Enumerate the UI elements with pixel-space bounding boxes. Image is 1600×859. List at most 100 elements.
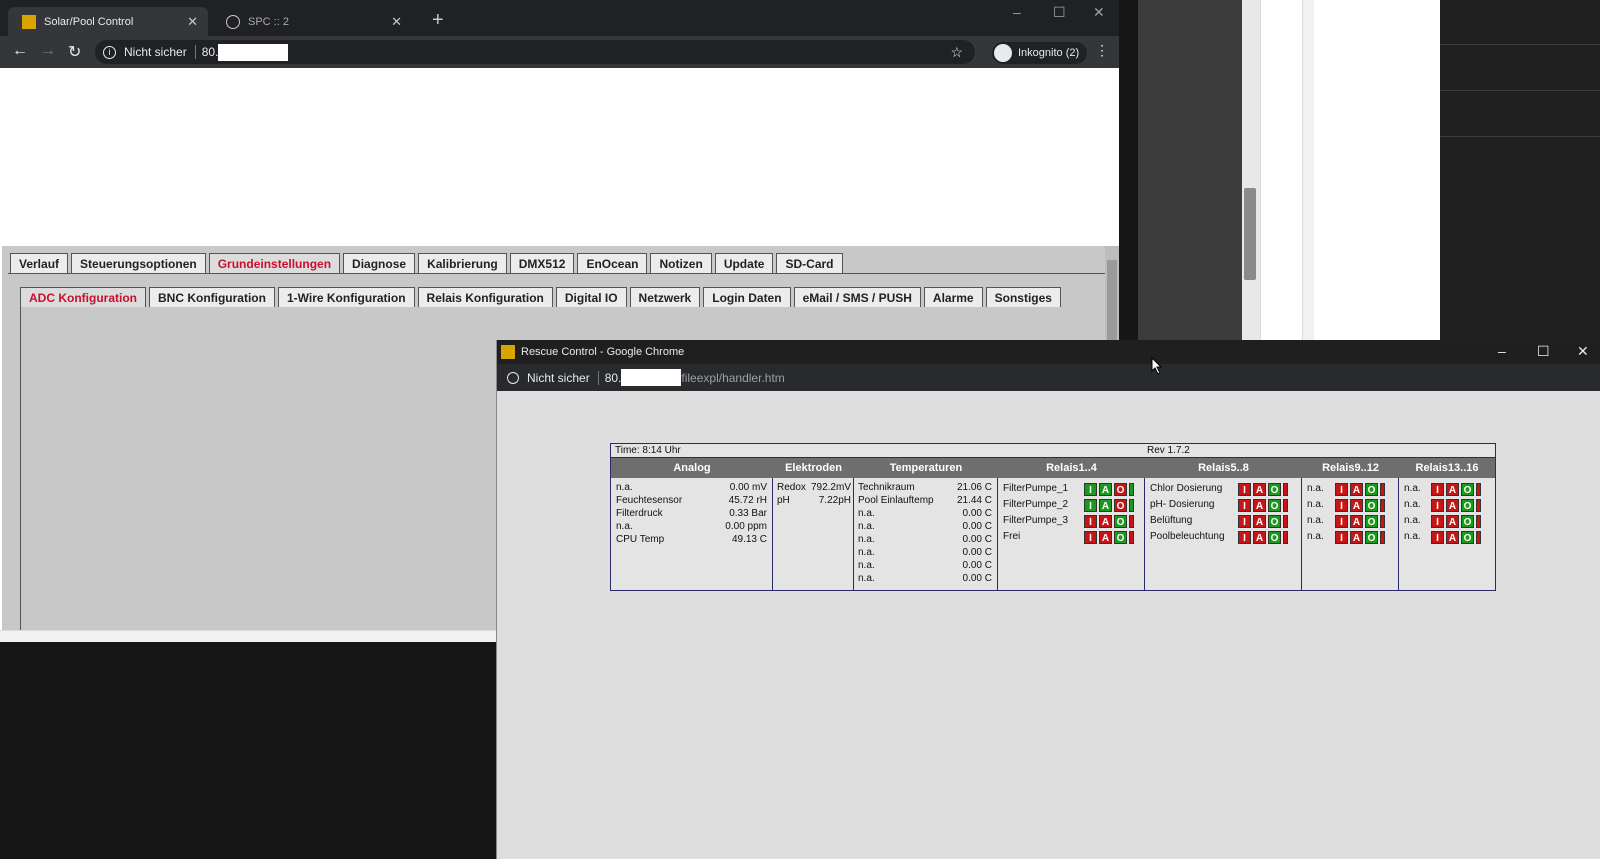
- forward-arrow-icon[interactable]: →: [40, 42, 56, 60]
- sub-tab-1[interactable]: BNC Konfiguration: [148, 287, 275, 307]
- reload-icon[interactable]: ↻: [68, 42, 81, 62]
- main-tab-4[interactable]: Kalibrierung: [418, 253, 507, 273]
- relay-a-button[interactable]: A: [1350, 531, 1363, 544]
- relay-a-button[interactable]: A: [1446, 499, 1459, 512]
- relay-i-button[interactable]: I: [1238, 531, 1251, 544]
- main-tab-9[interactable]: SD-Card: [776, 253, 843, 273]
- relay-o-button[interactable]: O: [1268, 483, 1281, 496]
- close-tab-icon[interactable]: ✕: [187, 14, 198, 30]
- relay-a-button[interactable]: A: [1446, 515, 1459, 528]
- close-tab-icon[interactable]: ✕: [391, 14, 402, 30]
- relay-a-button[interactable]: A: [1253, 515, 1266, 528]
- relay-a-button[interactable]: A: [1099, 499, 1112, 512]
- relay-i-button[interactable]: I: [1238, 499, 1251, 512]
- address-bar[interactable]: i Nicht sicher 80. ☆: [95, 40, 975, 64]
- relay-a-button[interactable]: A: [1350, 515, 1363, 528]
- relay-o-button[interactable]: O: [1365, 499, 1378, 512]
- popup-title-bar[interactable]: Rescue Control - Google Chrome – ☐ ✕: [497, 340, 1600, 364]
- relay-a-button[interactable]: A: [1350, 483, 1363, 496]
- relay-o-button[interactable]: O: [1365, 531, 1378, 544]
- relay-o-button[interactable]: O: [1114, 531, 1127, 544]
- temperaturen-name: Technikraum: [858, 482, 915, 493]
- relay-o-button[interactable]: O: [1268, 531, 1281, 544]
- main-tab-5[interactable]: DMX512: [509, 253, 575, 273]
- relay-i-button[interactable]: I: [1431, 531, 1444, 544]
- relay-a-button[interactable]: A: [1253, 531, 1266, 544]
- relay-switch-group: IAO: [1084, 515, 1134, 528]
- maximize-button[interactable]: ☐: [1053, 4, 1066, 21]
- main-tab-0[interactable]: Verlauf: [10, 253, 69, 273]
- relay-a-button[interactable]: A: [1099, 531, 1112, 544]
- background-scrollbar[interactable]: [1302, 0, 1314, 340]
- relay-o-button[interactable]: O: [1365, 483, 1378, 496]
- sub-tab-0[interactable]: ADC Konfiguration: [20, 287, 146, 307]
- sub-tab-6[interactable]: Login Daten: [703, 287, 791, 307]
- main-tab-1[interactable]: Steuerungsoptionen: [71, 253, 206, 273]
- incognito-icon: [994, 44, 1012, 62]
- main-tab-2[interactable]: Grundeinstellungen: [208, 253, 341, 273]
- main-tab-7[interactable]: Notizen: [650, 253, 712, 273]
- info-icon[interactable]: i: [103, 45, 116, 59]
- popup-close-button[interactable]: ✕: [1577, 343, 1589, 360]
- main-tab-8[interactable]: Update: [714, 253, 774, 273]
- relay-a-button[interactable]: A: [1253, 483, 1266, 496]
- sub-tab-3[interactable]: Relais Konfiguration: [417, 287, 553, 307]
- relay-o-button[interactable]: O: [1365, 515, 1378, 528]
- main-tab-3[interactable]: Diagnose: [343, 253, 416, 273]
- relay-i-button[interactable]: I: [1335, 483, 1348, 496]
- relay-i-button[interactable]: I: [1335, 531, 1348, 544]
- relay-i-button[interactable]: I: [1431, 515, 1444, 528]
- popup-url-suffix: fileexpl/handler.htm: [681, 370, 785, 385]
- sub-tab-2[interactable]: 1-Wire Konfiguration: [277, 287, 415, 307]
- sub-tab-5[interactable]: Netzwerk: [629, 287, 701, 307]
- popup-maximize-button[interactable]: ☐: [1537, 343, 1550, 360]
- popup-address-bar[interactable]: Nicht sicher 80. fileexpl/handler.htm: [497, 364, 1600, 391]
- minimize-button[interactable]: –: [1013, 4, 1021, 20]
- relay-i-button[interactable]: I: [1431, 499, 1444, 512]
- relay-switch-group: IAO: [1335, 515, 1385, 528]
- main-tab-6[interactable]: EnOcean: [577, 253, 648, 273]
- relay-i-button[interactable]: I: [1431, 483, 1444, 496]
- menu-dots-icon[interactable]: ⋮: [1095, 42, 1109, 59]
- relay-i-button[interactable]: I: [1084, 515, 1097, 528]
- relay-o-button[interactable]: O: [1461, 499, 1474, 512]
- close-window-button[interactable]: ✕: [1093, 4, 1105, 21]
- relay-o-button[interactable]: O: [1268, 515, 1281, 528]
- sub-tab-8[interactable]: Alarme: [923, 287, 983, 307]
- popup-minimize-button[interactable]: –: [1498, 343, 1506, 359]
- relay-o-button[interactable]: O: [1461, 531, 1474, 544]
- incognito-badge[interactable]: Inkognito (2): [992, 42, 1088, 64]
- star-icon[interactable]: ☆: [950, 44, 963, 61]
- relay-o-button[interactable]: O: [1268, 499, 1281, 512]
- relay-a-button[interactable]: A: [1446, 483, 1459, 496]
- relay-i-button[interactable]: I: [1084, 531, 1097, 544]
- relay-a-button[interactable]: A: [1350, 499, 1363, 512]
- relay-o-button[interactable]: O: [1114, 515, 1127, 528]
- relay-o-button[interactable]: O: [1461, 515, 1474, 528]
- relay-a-button[interactable]: A: [1253, 499, 1266, 512]
- info-icon[interactable]: [507, 371, 519, 384]
- relay-i-button[interactable]: I: [1238, 515, 1251, 528]
- sub-tab-9[interactable]: Sonstiges: [985, 287, 1061, 307]
- incognito-label: Inkognito (2): [1018, 47, 1080, 59]
- relay-a-button[interactable]: A: [1099, 483, 1112, 496]
- new-tab-button[interactable]: +: [432, 9, 444, 32]
- tab-spc-2[interactable]: SPC :: 2 ✕: [212, 7, 412, 36]
- background-scrollbar-thumb[interactable]: [1244, 188, 1256, 280]
- relay-i-button[interactable]: I: [1084, 499, 1097, 512]
- relay-i-button[interactable]: I: [1084, 483, 1097, 496]
- relay-a-button[interactable]: A: [1446, 531, 1459, 544]
- sub-tab-7[interactable]: eMail / SMS / PUSH: [793, 287, 921, 307]
- relay-i-button[interactable]: I: [1238, 483, 1251, 496]
- relay-i-button[interactable]: I: [1335, 499, 1348, 512]
- back-arrow-icon[interactable]: ←: [12, 42, 28, 60]
- relay-o-button[interactable]: O: [1114, 483, 1127, 496]
- scrollbar-thumb[interactable]: [1107, 260, 1117, 350]
- relay-a-button[interactable]: A: [1099, 515, 1112, 528]
- relay-i-button[interactable]: I: [1335, 515, 1348, 528]
- relay-o-button[interactable]: O: [1114, 499, 1127, 512]
- sub-tab-4[interactable]: Digital IO: [555, 287, 627, 307]
- relay-o-button[interactable]: O: [1461, 483, 1474, 496]
- tab-solar-pool-control[interactable]: Solar/Pool Control ✕: [8, 7, 208, 36]
- page-horizontal-scrollbar[interactable]: [0, 630, 500, 642]
